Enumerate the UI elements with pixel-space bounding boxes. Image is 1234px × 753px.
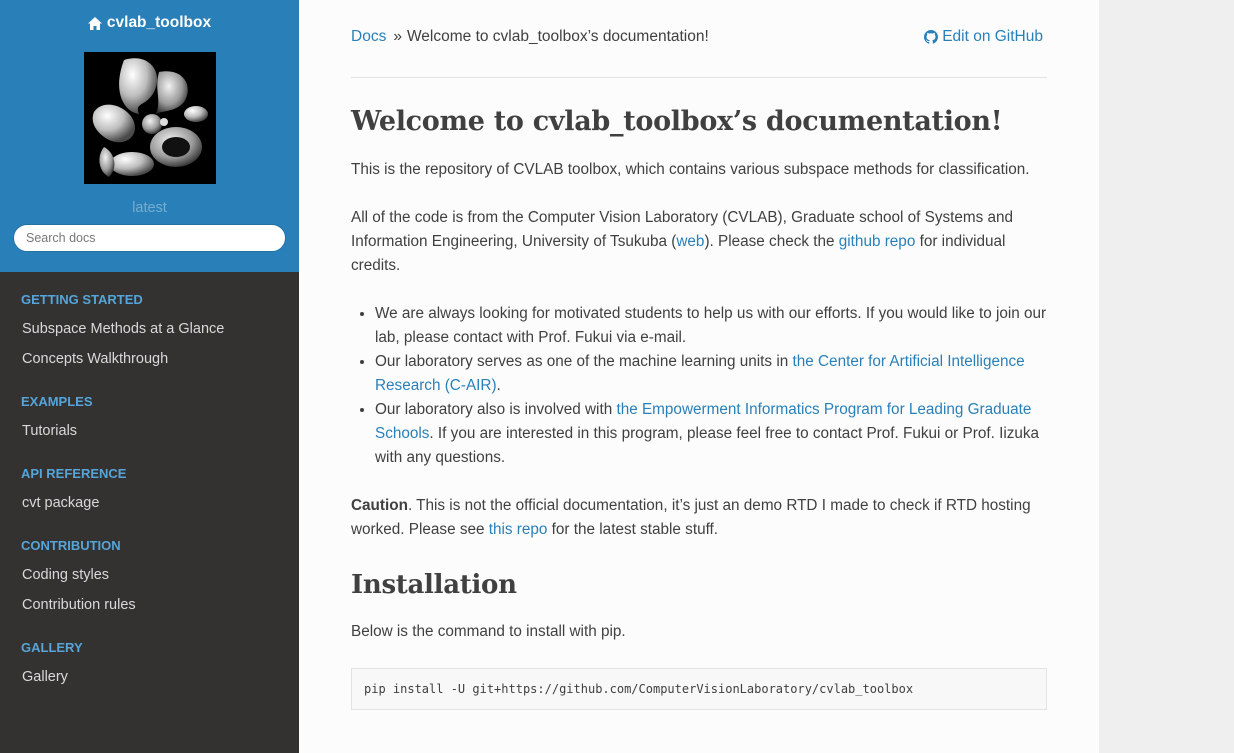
- list-item: Our laboratory serves as one of the mach…: [375, 350, 1047, 398]
- breadcrumb-docs-link[interactable]: Docs: [351, 28, 386, 46]
- sidebar-item-subspace-methods[interactable]: Subspace Methods at a Glance: [0, 318, 299, 348]
- nav-caption: EXAMPLES: [21, 394, 93, 409]
- this-repo-link[interactable]: this repo: [489, 521, 548, 538]
- list-item: Our laboratory also is involved with the…: [375, 398, 1047, 470]
- project-home-link[interactable]: cvlab_toolbox: [87, 12, 212, 34]
- github-repo-link[interactable]: github repo: [839, 233, 916, 250]
- project-logo: [83, 51, 216, 184]
- list-item: We are always looking for motivated stud…: [375, 302, 1047, 350]
- main-content: Docs » Welcome to cvlab_toolbox’s docume…: [299, 0, 1099, 753]
- caution-paragraph: Caution. This is not the official docume…: [351, 497, 1031, 538]
- sidebar-header: cvlab_toolbox latest Search docs: [0, 0, 299, 272]
- sidebar-item-cvt-package[interactable]: cvt package: [0, 492, 299, 522]
- logo-graphic: [83, 51, 216, 184]
- sidebar: cvlab_toolbox latest Search docs GETTING…: [0, 0, 299, 753]
- install-code-block: pip install -U git+https://github.com/Co…: [351, 668, 1047, 710]
- nav-group-examples: EXAMPLES Tutorials: [0, 392, 299, 450]
- breadcrumb-separator: »: [393, 27, 402, 45]
- nav-group-gallery: GALLERY Gallery: [0, 638, 299, 696]
- nav-caption: CONTRIBUTION: [21, 538, 121, 553]
- edit-on-github-link[interactable]: Edit on GitHub: [924, 28, 1043, 46]
- nav-caption: GETTING STARTED: [21, 292, 143, 307]
- search-form: [0, 223, 299, 252]
- edit-on-github-label: Edit on GitHub: [942, 27, 1043, 45]
- github-icon: [924, 29, 939, 44]
- nav-caption: GALLERY: [21, 640, 83, 655]
- project-name: cvlab_toolbox: [106, 14, 212, 31]
- caution-label: Caution: [351, 497, 408, 514]
- info-list: We are always looking for motivated stud…: [351, 302, 1047, 470]
- home-icon: [87, 16, 102, 30]
- installation-heading: Installation: [351, 570, 517, 600]
- sidebar-item-coding-styles[interactable]: Coding styles: [0, 564, 299, 594]
- sidebar-item-concepts-walkthrough[interactable]: Concepts Walkthrough: [0, 348, 299, 378]
- nav-group-getting-started: GETTING STARTED Subspace Methods at a Gl…: [0, 290, 299, 378]
- sidebar-item-gallery[interactable]: Gallery: [0, 666, 299, 696]
- nav-group-api-reference: API REFERENCE cvt package: [0, 464, 299, 522]
- search-input[interactable]: [13, 223, 286, 252]
- sidebar-nav: GETTING STARTED Subspace Methods at a Gl…: [0, 272, 299, 696]
- web-link[interactable]: web: [676, 233, 704, 250]
- intro-paragraph: This is the repository of CVLAB toolbox,…: [351, 161, 1030, 178]
- installation-text: Below is the command to install with pip…: [351, 623, 626, 640]
- sidebar-item-tutorials[interactable]: Tutorials: [0, 420, 299, 450]
- version-label: latest: [132, 199, 167, 216]
- breadcrumb-current: Welcome to cvlab_toolbox’s documentation…: [406, 27, 709, 45]
- page-margin: [1099, 0, 1234, 753]
- nav-caption: API REFERENCE: [21, 466, 127, 481]
- about-paragraph: All of the code is from the Computer Vis…: [351, 209, 1014, 274]
- breadcrumb: Docs » Welcome to cvlab_toolbox’s docume…: [351, 0, 1047, 78]
- nav-group-contribution: CONTRIBUTION Coding styles Contribution …: [0, 536, 299, 624]
- sidebar-item-contribution-rules[interactable]: Contribution rules: [0, 594, 299, 624]
- page-title: Welcome to cvlab_toolbox’s documentation…: [351, 106, 1003, 137]
